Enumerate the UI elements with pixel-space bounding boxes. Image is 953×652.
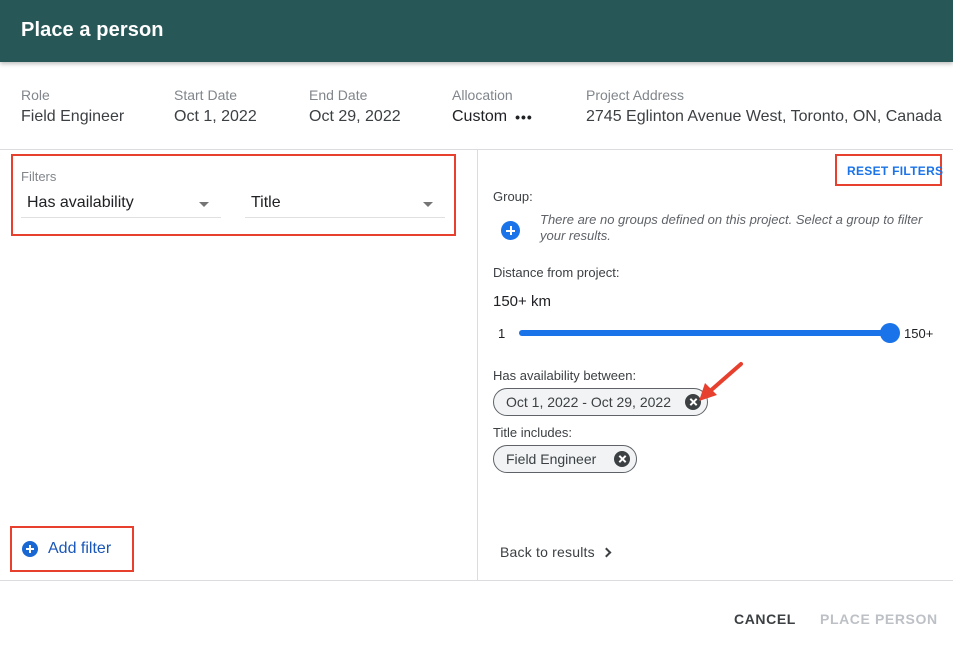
- end-date-label: End Date: [309, 87, 368, 103]
- distance-slider[interactable]: [519, 323, 900, 343]
- project-address-value: 2745 Eglinton Avenue West, Toronto, ON, …: [586, 108, 942, 125]
- availability-chip-text: Oct 1, 2022 - Oct 29, 2022: [506, 394, 671, 410]
- availability-chip[interactable]: Oct 1, 2022 - Oct 29, 2022: [493, 388, 708, 416]
- add-circle-icon[interactable]: [501, 221, 520, 240]
- dialog-header: Place a person: [0, 0, 953, 62]
- start-date-value: Oct 1, 2022: [174, 108, 257, 125]
- footer-divider: [0, 580, 953, 581]
- more-horizontal-icon[interactable]: •••: [515, 109, 533, 125]
- add-filter-label: Add filter: [48, 540, 112, 557]
- start-date-label: Start Date: [174, 87, 238, 103]
- filter-select-availability[interactable]: Has availability: [21, 190, 221, 218]
- title-includes-label: Title includes:: [493, 425, 572, 440]
- group-label: Group:: [493, 189, 533, 204]
- dropdown-arrow-icon: [199, 202, 209, 207]
- filters-label: Filters: [21, 169, 57, 184]
- slider-min-label: 1: [498, 326, 506, 341]
- slider-fill: [519, 330, 890, 336]
- cancel-button[interactable]: CANCEL: [734, 611, 796, 627]
- role-value: Field Engineer: [21, 108, 125, 125]
- availability-label: Has availability between:: [493, 368, 637, 383]
- back-to-results-link[interactable]: Back to results: [500, 544, 612, 560]
- add-circle-icon: [22, 541, 38, 557]
- allocation-label: Allocation: [452, 87, 513, 103]
- title-chip[interactable]: Field Engineer: [493, 445, 637, 473]
- group-empty-note: There are no groups defined on this proj…: [540, 212, 923, 243]
- annotation-arrow: [699, 362, 743, 401]
- reset-filters-button[interactable]: RESET FILTERS: [847, 164, 943, 178]
- distance-label: Distance from project:: [493, 265, 620, 280]
- distance-value: 150+ km: [493, 293, 551, 310]
- allocation-text: Custom: [452, 108, 508, 125]
- slider-thumb[interactable]: [880, 323, 900, 343]
- chevron-right-icon: [601, 547, 612, 557]
- slider-max-label: 150+: [904, 326, 934, 341]
- close-circle-icon[interactable]: [614, 451, 630, 467]
- filter-select-value: Has availability: [27, 194, 134, 211]
- filter-select-value: Title: [251, 194, 281, 211]
- title-chip-text: Field Engineer: [506, 451, 597, 467]
- back-to-results-label: Back to results: [500, 544, 595, 560]
- dropdown-arrow-icon: [423, 202, 433, 207]
- place-person-button[interactable]: PLACE PERSON: [820, 611, 938, 627]
- panel-divider: [477, 150, 478, 580]
- filter-select-title[interactable]: Title: [245, 190, 445, 218]
- role-label: Role: [21, 87, 50, 103]
- end-date-value: Oct 29, 2022: [309, 108, 401, 125]
- project-address-label: Project Address: [586, 87, 685, 103]
- dialog-title: Place a person: [21, 19, 164, 41]
- add-filter-button[interactable]: Add filter: [22, 540, 111, 558]
- allocation-value[interactable]: Custom •••: [452, 108, 533, 126]
